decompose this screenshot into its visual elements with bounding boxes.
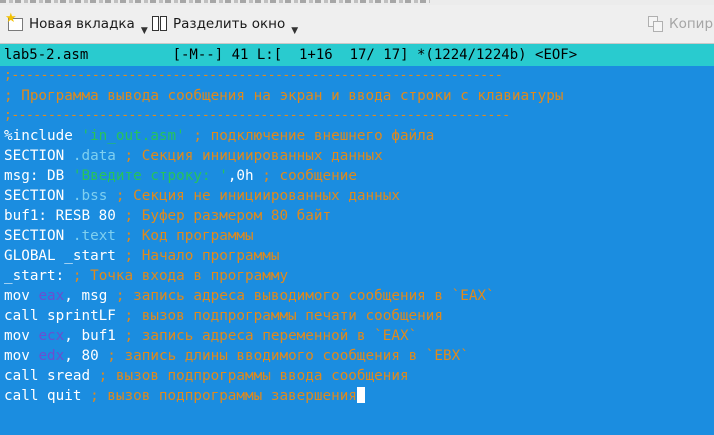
text-cursor: [356, 387, 365, 403]
code-token-sect: .bss: [72, 188, 108, 204]
code-token-comment: ; Буфер размером 80 байт: [115, 208, 332, 224]
code-token-text: call sprintLF: [4, 308, 116, 324]
code-token-text: buf1: RESB 80: [4, 208, 116, 224]
editor-status-bar: lab5-2.asm [-M--] 41 L:[ 1+16 17/ 17] *(…: [0, 44, 714, 66]
code-token-sep: ;---------------------------------------…: [4, 108, 510, 123]
code-token-comment: ; Секция инициированных данных: [115, 148, 383, 164]
code-token-comment: ; Точка входа в программу: [64, 268, 289, 284]
code-token-comment: ; вызов подпрограммы печати сообщения: [115, 308, 444, 324]
copy-icon: [648, 16, 664, 32]
split-window-button[interactable]: Разделить окно ▼: [152, 5, 298, 43]
code-token-text: call quit: [4, 388, 82, 404]
code-token-text: _start:: [4, 268, 65, 284]
split-window-label: Разделить окно: [173, 16, 286, 32]
chevron-down-icon[interactable]: ▼: [141, 26, 148, 36]
copy-label: Копир: [669, 16, 714, 32]
code-token-comment: ; сообщение: [253, 168, 357, 184]
code-line[interactable]: mov ecx, buf1 ; запись адреса переменной…: [4, 326, 563, 346]
code-line[interactable]: SECTION .bss ; Секция не инициированных …: [4, 186, 563, 206]
code-token-comment: ; запись адреса переменной в `EAX`: [115, 328, 418, 344]
code-token-text: GLOBAL _start: [4, 248, 116, 264]
code-line[interactable]: mov eax, msg ; запись адреса выводимого …: [4, 286, 563, 306]
code-token-comment: ; подключение внешнего файла: [184, 128, 435, 144]
code-token-comment: ; Код программы: [115, 228, 254, 244]
terminal-toolbar: ★ Новая вкладка ▼ Разделить окно ▼ Копир: [0, 5, 714, 44]
code-token-comment: ; вызов подпрограммы завершения: [81, 388, 357, 404]
code-token-sep: ;---------------------------------------…: [4, 68, 503, 83]
code-token-comment: ; Начало программы: [115, 248, 280, 264]
code-line[interactable]: call quit ; вызов подпрограммы завершени…: [4, 386, 563, 406]
code-token-text: ,0h: [227, 168, 254, 184]
code-line[interactable]: call sread ; вызов подпрограммы ввода со…: [4, 366, 563, 386]
code-token-text: call sread: [4, 368, 91, 384]
code-token-comment: ; вызов подпрограммы ввода сообщения: [90, 368, 409, 384]
code-token-string: 'in_out.asm': [81, 128, 185, 144]
code-token-reg: ecx: [38, 328, 65, 344]
code-token-reg: eax: [38, 288, 65, 304]
code-token-text: SECTION: [4, 228, 73, 244]
code-token-comment: ; запись адреса выводимого сообщения в `…: [107, 288, 495, 304]
code-token-text: %include: [4, 128, 82, 144]
new-tab-button[interactable]: ★ Новая вкладка ▼: [5, 5, 148, 43]
code-token-text: SECTION: [4, 188, 73, 204]
code-line[interactable]: _start: ; Точка входа в программу: [4, 266, 563, 286]
code-token-comment: ; Программа вывода сообщения на экран и …: [4, 88, 564, 104]
code-line[interactable]: SECTION .data ; Секция инициированных да…: [4, 146, 563, 166]
code-line[interactable]: ;---------------------------------------…: [4, 106, 563, 126]
code-token-text: mov: [4, 288, 39, 304]
code-token-sect: .data: [72, 148, 116, 164]
code-token-comment: ; запись длины вводимого сообщения в `EB…: [98, 348, 469, 364]
code-line[interactable]: buf1: RESB 80 ; Буфер размером 80 байт: [4, 206, 563, 226]
new-tab-label: Новая вкладка: [29, 16, 135, 32]
code-line[interactable]: GLOBAL _start ; Начало программы: [4, 246, 563, 266]
text-editor[interactable]: lab5-2.asm [-M--] 41 L:[ 1+16 17/ 17] *(…: [0, 44, 714, 435]
code-token-text: , 80: [64, 348, 99, 364]
new-tab-icon: ★: [5, 12, 24, 32]
code-line[interactable]: SECTION .text ; Код программы: [4, 226, 563, 246]
code-line[interactable]: ;---------------------------------------…: [4, 66, 563, 86]
code-area[interactable]: ;---------------------------------------…: [4, 66, 563, 406]
code-line[interactable]: ; Программа вывода сообщения на экран и …: [4, 86, 563, 106]
code-line[interactable]: mov edx, 80 ; запись длины вводимого соо…: [4, 346, 563, 366]
code-token-reg: edx: [38, 348, 65, 364]
code-line[interactable]: call sprintLF ; вызов подпрограммы печат…: [4, 306, 563, 326]
code-line[interactable]: msg: DB 'Введите строку: ',0h ; сообщени…: [4, 166, 563, 186]
code-token-text: mov: [4, 348, 39, 364]
code-line[interactable]: %include 'in_out.asm' ; подключение внеш…: [4, 126, 563, 146]
code-token-sect: .text: [72, 228, 116, 244]
code-token-text: , msg: [64, 288, 108, 304]
code-token-text: msg: DB: [4, 168, 73, 184]
chevron-down-icon[interactable]: ▼: [291, 26, 298, 36]
copy-button[interactable]: Копир: [648, 5, 713, 43]
code-token-comment: ; Секция не инициированных данных: [107, 188, 400, 204]
code-token-text: mov: [4, 328, 39, 344]
code-token-text: SECTION: [4, 148, 73, 164]
code-token-string: 'Введите строку: ': [72, 168, 228, 184]
split-window-icon: [152, 16, 168, 32]
code-token-text: , buf1: [64, 328, 116, 344]
